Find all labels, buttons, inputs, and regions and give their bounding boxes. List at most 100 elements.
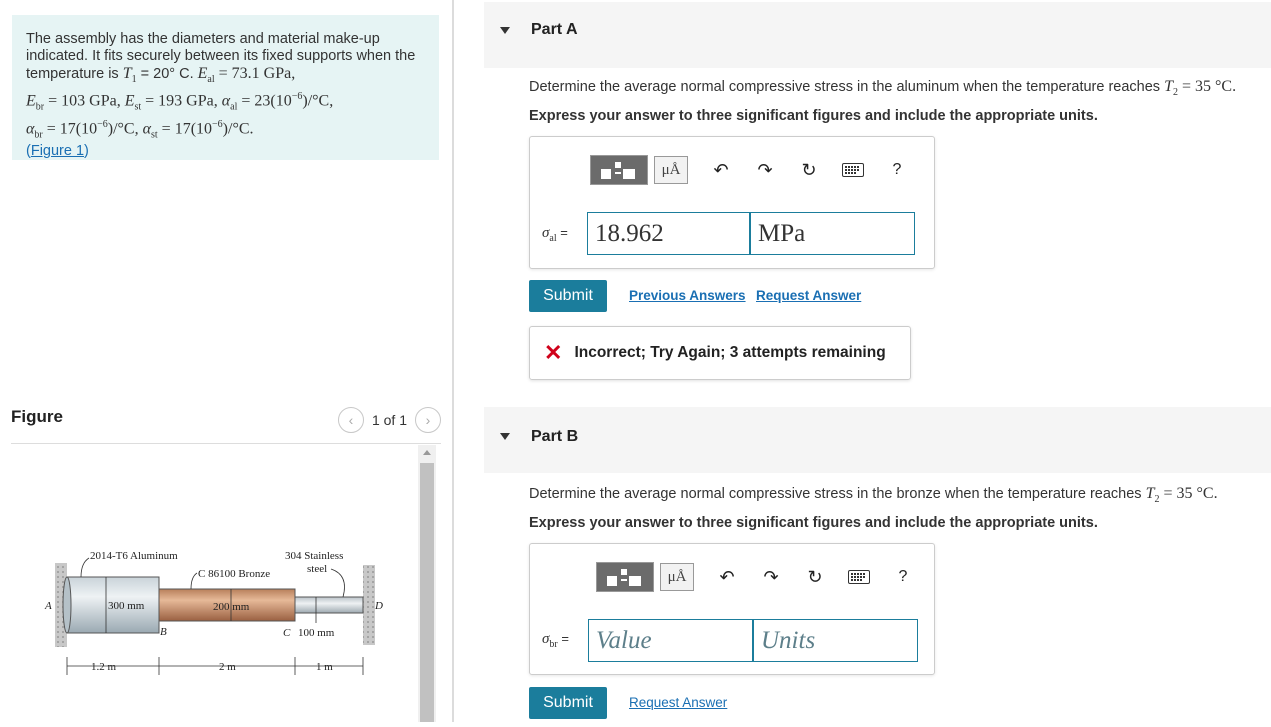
help-icon[interactable]: ? [892,568,914,586]
label-aluminum: 2014-T6 Aluminum [90,550,178,562]
units-button[interactable]: μÅ [660,563,694,591]
templates-icon [597,563,653,591]
figure-pager: ‹ 1 of 1 › [337,405,441,435]
sigma-sub: al [549,233,557,244]
part-a-answer-box: μÅ ↶ ↷ ↻ ? σal = 18.962 MPa [529,136,935,269]
part-a-title: Part A [531,21,578,38]
assembly-diagram: 2014-T6 Aluminum C 86100 Bronze 304 Stai… [44,550,383,675]
figure-scrollbar[interactable] [418,445,436,722]
part-b-header[interactable]: Part B [484,407,1271,473]
alpha-br-sub: br [34,129,43,141]
label-B: B [160,626,167,638]
reset-icon[interactable]: ↻ [804,567,826,588]
alpha-br-exp: −6 [97,118,108,130]
alpha-al-symbol: α [221,92,231,110]
prev-figure-button[interactable]: ‹ [337,407,364,433]
t2-symbol: T [1164,78,1173,95]
chevron-right-icon: › [425,412,431,428]
alpha-br-value: = 17(10 [42,120,98,138]
t2-value: = 35 °C. [1177,78,1237,95]
label-bronze: C 86100 Bronze [198,568,270,580]
eal-symbol: E [197,65,208,82]
help-icon[interactable]: ? [886,161,908,179]
redo-icon[interactable]: ↷ [760,567,782,588]
units-button[interactable]: μÅ [654,156,688,184]
ebr-symbol: E [26,92,36,110]
keyboard-icon[interactable] [848,570,870,584]
label-D: D [374,600,383,612]
part-a-variable: σal = [542,225,568,244]
problem-line-4: Ebr = 103 GPa, Est = 193 GPa, αal = 23(1… [26,88,425,116]
units-icon: μÅ [661,161,681,178]
part-a-value-input[interactable]: 18.962 [587,212,750,255]
next-figure-button[interactable]: › [415,407,441,433]
label-len-st: 1 m [316,661,333,673]
part-a-header[interactable]: Part A [484,2,1271,68]
part-a-instruction: Express your answer to three significant… [529,108,1098,124]
paren-close: ) [84,143,89,160]
alpha-al-value: = 23(10 [237,92,292,110]
t2-value: = 35 °C. [1159,485,1218,502]
error-x-icon: ✕ [544,340,563,365]
part-b-request-answer-link[interactable]: Request Answer [629,695,727,710]
caret-down-icon[interactable] [500,27,510,34]
ebr-value: = 103 GPa, [44,92,125,110]
scroll-thumb[interactable] [420,463,434,722]
part-b-value-input[interactable]: Value [588,619,753,662]
label-d-al: 300 mm [108,600,145,612]
label-C: C [283,627,291,639]
problem-line-5: αbr = 17(10−6)/°C, αst = 17(10−6)/°C. [26,116,425,144]
alpha-st-unit: )/°C. [222,120,254,138]
undo-icon[interactable]: ↶ [710,160,732,181]
alpha-st-symbol: α [142,120,151,138]
equals-sign: = [556,225,568,240]
templates-button[interactable] [590,155,648,185]
eal-sub: al [207,74,215,86]
label-A: A [44,600,52,612]
redo-icon[interactable]: ↷ [754,160,776,181]
problem-text: temperature is [26,66,123,82]
reset-icon[interactable]: ↻ [798,160,820,181]
column-divider[interactable] [452,0,454,722]
part-a-submit-button[interactable]: Submit [529,280,607,312]
problem-line-3: temperature is T1 = 20° C. Eal = 73.1 GP… [26,65,425,88]
alpha-al-unit: )/°C, [302,92,334,110]
part-b-answer-box: μÅ ↶ ↷ ↻ ? σbr = Value Units [529,543,935,675]
alpha-st-exp: −6 [212,118,223,130]
chevron-left-icon: ‹ [348,412,354,428]
alpha-br-unit: )/°C, [107,120,143,138]
pager-text: 1 of 1 [371,412,407,428]
right-support [363,565,375,645]
feedback-banner: ✕ Incorrect; Try Again; 3 attempts remai… [529,326,911,380]
problem-statement: The assembly has the diameters and mater… [12,15,439,160]
figure-header: Figure ‹ 1 of 1 › [11,405,441,435]
eal-value: = 73.1 GPa, [214,65,296,82]
part-a-request-answer-link[interactable]: Request Answer [756,288,861,303]
part-a-toolbar: μÅ ↶ ↷ ↻ ? [590,155,908,185]
label-d-st: 100 mm [298,627,335,639]
figure-image: 2014-T6 Aluminum C 86100 Bronze 304 Stai… [11,445,416,722]
label-d-br: 200 mm [213,601,250,613]
scroll-up-icon[interactable] [423,450,431,455]
keyboard-icon[interactable] [842,163,864,177]
label-len-br: 2 m [219,661,236,673]
caret-down-icon[interactable] [500,433,510,440]
alpha-al-exp: −6 [291,91,303,103]
t1-symbol: T [122,65,132,82]
previous-answers-link[interactable]: Previous Answers [629,288,746,303]
part-b-question: Determine the average normal compressive… [529,485,1218,505]
part-b-submit-button[interactable]: Submit [529,687,607,719]
templates-button[interactable] [596,562,654,592]
part-a-question-text: Determine the average normal compressive… [529,79,1165,95]
units-icon: μÅ [667,568,687,585]
ebr-sub: br [35,101,45,113]
figure-link[interactable]: Figure 1 [31,143,84,159]
part-b-units-input[interactable]: Units [753,619,918,662]
figure-title: Figure [11,407,63,426]
part-b-toolbar: μÅ ↶ ↷ ↻ ? [596,562,914,592]
t1-value: = 20° C. [136,66,198,82]
undo-icon[interactable]: ↶ [716,567,738,588]
part-a-units-input[interactable]: MPa [750,212,915,255]
templates-icon [591,156,647,184]
alpha-st-sub: st [151,129,158,141]
